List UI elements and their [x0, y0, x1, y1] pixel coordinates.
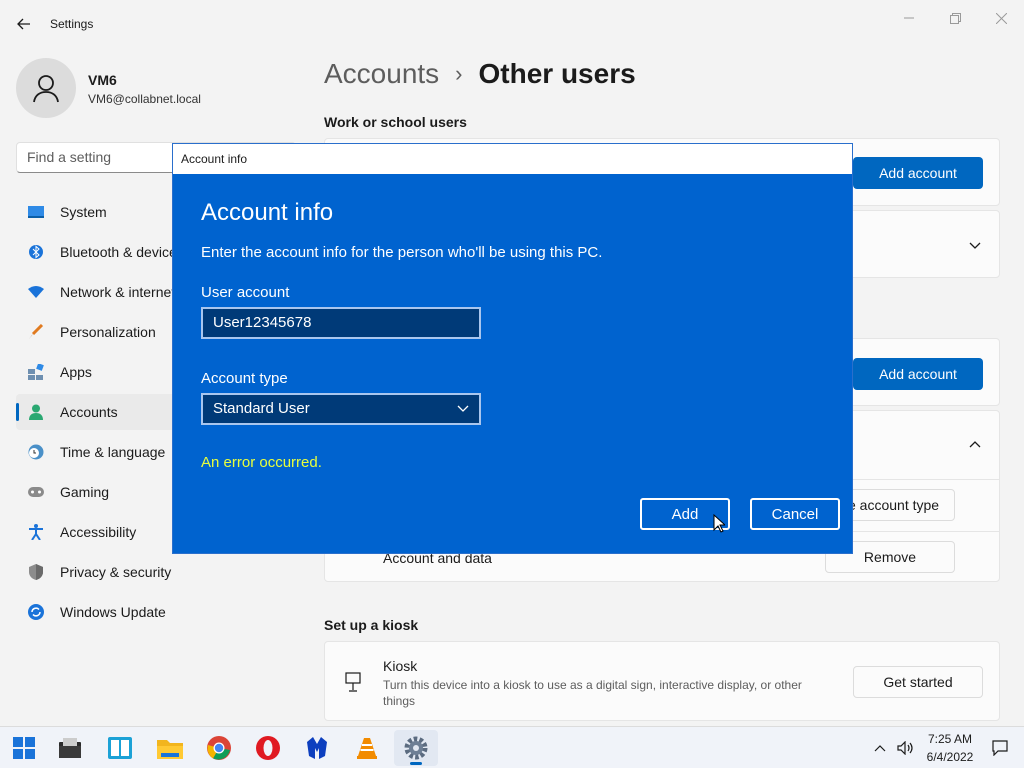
close-icon	[995, 12, 1007, 24]
kiosk-description: Turn this device into a kiosk to use as …	[383, 678, 802, 708]
user-icon	[33, 75, 59, 103]
file-manager-icon[interactable]	[56, 734, 84, 762]
user-account-label: User account	[201, 284, 290, 301]
sidebar-item-label: Bluetooth & devices	[60, 244, 184, 260]
add-other-user-button[interactable]: Add account	[853, 358, 983, 390]
chrome-icon[interactable]	[205, 734, 233, 762]
sidebar-item-privacy-security[interactable]: Privacy & security	[16, 554, 306, 590]
bluetooth-icon	[28, 244, 44, 260]
account-type-value: Standard User	[213, 400, 310, 417]
close-button[interactable]	[978, 4, 1024, 32]
kiosk-title: Kiosk	[383, 658, 418, 674]
breadcrumb-parent[interactable]: Accounts	[324, 58, 439, 90]
add-work-account-button[interactable]: Add account	[853, 157, 983, 189]
chevron-down-icon	[457, 405, 469, 412]
chevron-up-icon[interactable]	[870, 734, 890, 762]
sidebar-item-windows-update[interactable]: Windows Update	[16, 594, 306, 630]
chevron-right-icon: ›	[455, 61, 463, 86]
page-title: Other users	[478, 58, 636, 89]
user-account-input[interactable]: User12345678	[201, 307, 481, 339]
sidebar-item-label: Personalization	[60, 324, 156, 340]
account-type-label: Account type	[201, 370, 288, 387]
sidebar-item-label: Time & language	[60, 444, 166, 460]
clock-time[interactable]: 7:25 AM	[914, 732, 986, 746]
sidebar-item-label: Windows Update	[60, 604, 166, 620]
wifi-icon	[28, 284, 44, 300]
avatar[interactable]	[16, 58, 76, 118]
profile-email: VM6@collabnet.local	[88, 92, 201, 106]
widgets-icon[interactable]	[106, 734, 134, 762]
error-message: An error occurred.	[201, 454, 322, 471]
work-school-section-title: Work or school users	[324, 114, 467, 130]
clock-date[interactable]: 6/4/2022	[914, 750, 986, 764]
maximize-button[interactable]	[932, 4, 978, 32]
taskbar: 7:25 AM 6/4/2022	[0, 726, 1024, 768]
clock-globe-icon	[28, 444, 44, 460]
kiosk-section-title: Set up a kiosk	[324, 617, 419, 633]
accessibility-icon	[28, 524, 44, 540]
gamepad-icon	[28, 484, 44, 500]
title-bar: Settings	[0, 0, 1024, 48]
sidebar-item-label: Gaming	[60, 484, 110, 500]
profile-name: VM6	[88, 72, 117, 88]
brush-icon	[28, 324, 44, 340]
update-icon	[28, 604, 44, 620]
account-info-dialog: Account info Account info Enter the acco…	[172, 143, 853, 554]
malwarebytes-icon[interactable]	[303, 734, 331, 762]
app-title: Settings	[50, 17, 94, 31]
opera-icon[interactable]	[254, 734, 282, 762]
get-started-button[interactable]: Get started	[853, 666, 983, 698]
dialog-heading: Account info	[201, 199, 334, 226]
sidebar-item-label: Apps	[60, 364, 92, 380]
breadcrumb: Accounts › Other users	[324, 58, 636, 90]
notification-icon[interactable]	[988, 734, 1012, 762]
dialog-description: Enter the account info for the person wh…	[201, 244, 603, 261]
sidebar-item-label: Accessibility	[60, 524, 137, 540]
settings-gear-icon[interactable]	[402, 734, 430, 762]
minimize-button[interactable]	[886, 4, 932, 32]
sidebar-item-label: Accounts	[60, 404, 118, 420]
sidebar-item-label: Network & internet	[60, 284, 176, 300]
vlc-icon[interactable]	[353, 734, 381, 762]
file-explorer-icon[interactable]	[156, 734, 184, 762]
sidebar-item-label: Privacy & security	[60, 564, 172, 580]
person-icon	[28, 404, 44, 420]
apps-icon	[28, 364, 44, 380]
cancel-button[interactable]: Cancel	[750, 498, 840, 530]
monitor-icon	[28, 204, 44, 220]
restore-icon	[949, 12, 961, 24]
chevron-down-icon[interactable]	[967, 237, 983, 253]
dialog-titlebar: Account info	[173, 144, 852, 174]
chevron-up-icon[interactable]	[967, 437, 983, 453]
back-button[interactable]	[12, 12, 36, 36]
shield-icon	[28, 564, 44, 580]
account-type-select[interactable]: Standard User	[201, 393, 481, 425]
back-arrow-icon	[17, 18, 30, 30]
kiosk-card: Kiosk Turn this device into a kiosk to u…	[324, 641, 1000, 721]
mouse-cursor-icon	[713, 514, 725, 533]
minimize-icon	[904, 17, 914, 19]
sidebar-item-label: System	[60, 204, 107, 220]
windows-start-icon[interactable]	[10, 734, 38, 762]
kiosk-icon	[345, 672, 361, 692]
